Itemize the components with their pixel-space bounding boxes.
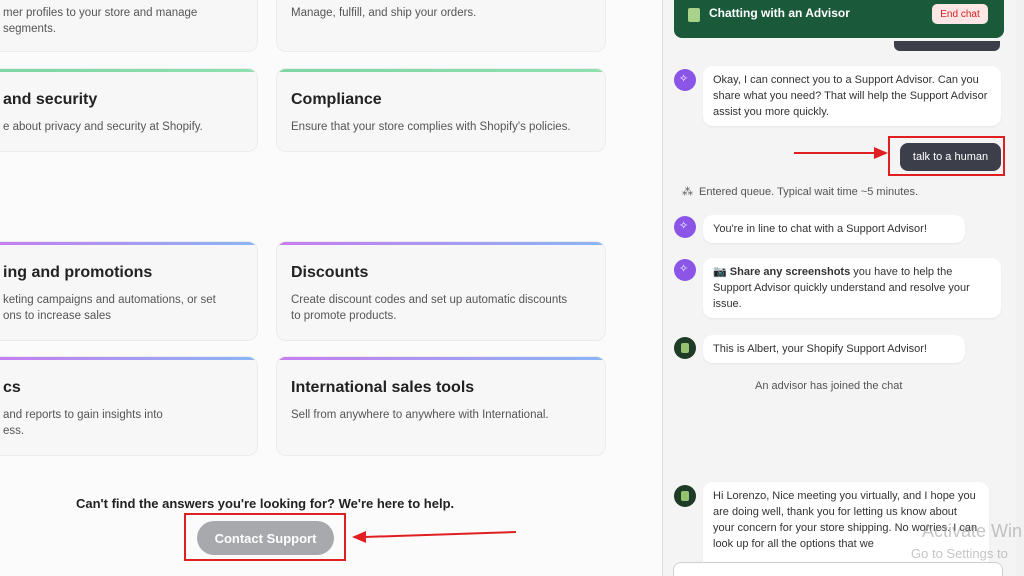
advisor-avatar	[674, 485, 696, 507]
previous-message-pill	[894, 41, 1000, 51]
chat-header: Chatting with an Advisor End chat	[674, 0, 1004, 38]
advisor-joined-notice: An advisor has joined the chat	[755, 380, 903, 392]
advisor-message: This is Albert, your Shopify Support Adv…	[703, 335, 965, 363]
card-title: ing and promotions	[3, 264, 153, 281]
card-description: mer profiles to your store and manage se…	[3, 7, 198, 35]
bot-message: You're in line to chat with a Support Ad…	[703, 215, 965, 243]
queue-icon: ⁂	[682, 186, 693, 198]
customers-card[interactable]: mer profiles to your store and manage se…	[0, 0, 258, 52]
card-title: Compliance	[291, 91, 382, 108]
shopping-bag-icon	[688, 8, 700, 22]
card-accent	[277, 357, 605, 360]
privacy-security-card[interactable]: and security e about privacy and securit…	[0, 68, 258, 152]
contact-support-highlight	[184, 513, 346, 561]
sparkle-icon	[674, 69, 696, 91]
camera-icon: 📷	[713, 266, 730, 278]
sparkle-icon	[674, 216, 696, 238]
card-description: Create discount codes and set up automat…	[291, 294, 568, 322]
international-sales-card[interactable]: International sales tools Sell from anyw…	[276, 356, 606, 456]
advisor-avatar	[674, 337, 696, 359]
sparkle-icon	[674, 259, 696, 281]
card-title: cs	[3, 379, 21, 396]
end-chat-button[interactable]: End chat	[932, 4, 988, 24]
help-center: mer profiles to your store and manage se…	[0, 0, 660, 576]
card-accent	[0, 69, 257, 72]
orders-card[interactable]: Manage, fulfill, and ship your orders.	[276, 0, 606, 52]
card-description: e about privacy and security at Shopify.	[3, 121, 203, 133]
discounts-card[interactable]: Discounts Create discount codes and set …	[276, 241, 606, 341]
card-accent	[277, 69, 605, 72]
card-description: Ensure that your store complies with Sho…	[291, 121, 571, 133]
card-accent	[0, 242, 257, 245]
card-accent	[0, 357, 257, 360]
arrow-icon	[352, 531, 517, 543]
bot-message: 📷 Share any screenshots you have to help…	[703, 258, 1001, 318]
card-description: keting campaigns and automations, or set…	[3, 294, 216, 322]
chat-message-input[interactable]	[673, 562, 1003, 576]
compliance-card[interactable]: Compliance Ensure that your store compli…	[276, 68, 606, 152]
card-title: and security	[3, 91, 98, 108]
activation-watermark-sub: Go to Settings to	[911, 546, 1008, 561]
message-emphasis: Share any screenshots	[729, 266, 851, 278]
card-title: International sales tools	[291, 379, 475, 396]
card-description: and reports to gain insights into ess.	[3, 409, 163, 437]
card-title: Discounts	[291, 264, 369, 281]
analytics-card[interactable]: cs and reports to gain insights into ess…	[0, 356, 258, 456]
page-edge	[1016, 0, 1024, 576]
chat-title: Chatting with an Advisor	[709, 6, 850, 20]
user-message-highlight	[888, 136, 1005, 176]
marketing-promotions-card[interactable]: ing and promotions keting campaigns and …	[0, 241, 258, 341]
bot-message: Okay, I can connect you to a Support Adv…	[703, 66, 1001, 126]
card-description: Manage, fulfill, and ship your orders.	[291, 7, 477, 19]
queue-status: Entered queue. Typical wait time ~5 minu…	[699, 186, 919, 198]
help-prompt-text: Can't find the answers you're looking fo…	[76, 496, 455, 511]
arrow-icon	[794, 147, 888, 159]
card-accent	[277, 242, 605, 245]
activation-watermark: Activate Win	[922, 521, 1023, 541]
card-description: Sell from anywhere to anywhere with Inte…	[291, 409, 549, 421]
